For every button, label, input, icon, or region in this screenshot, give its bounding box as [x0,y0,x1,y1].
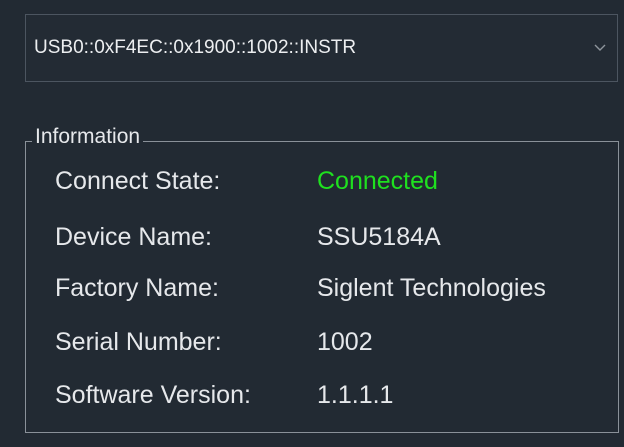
chevron-down-icon[interactable] [593,41,607,55]
factory-name-value: Siglent Technologies [317,274,546,302]
factory-name-label: Factory Name: [55,274,219,302]
software-version-label: Software Version: [55,381,251,409]
device-select-value: USB0::0xF4EC::0x1900::1002::INSTR [34,37,357,58]
serial-number-value: 1002 [317,328,373,356]
information-group-title: Information [32,124,144,150]
device-name-value: SSU5184A [317,223,441,251]
connect-state-value: Connected [317,167,438,195]
device-select-dropdown[interactable]: USB0::0xF4EC::0x1900::1002::INSTR [25,14,618,82]
software-version-value: 1.1.1.1 [317,381,394,409]
device-name-label: Device Name: [55,223,212,251]
connect-state-label: Connect State: [55,167,221,195]
serial-number-label: Serial Number: [55,328,222,356]
